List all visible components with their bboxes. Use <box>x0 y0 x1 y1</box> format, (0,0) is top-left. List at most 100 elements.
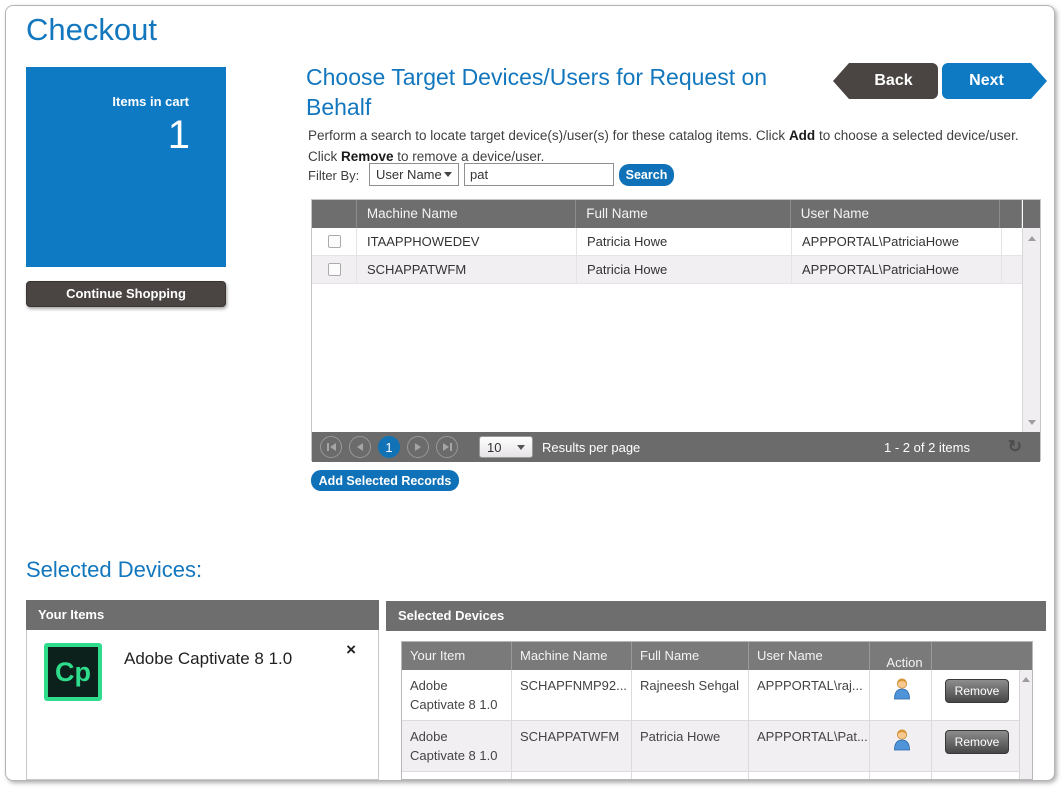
scroll-down-button[interactable] <box>1023 414 1040 430</box>
selected-devices-grid: Your Item Machine Name Full Name User Na… <box>401 641 1033 780</box>
machine-name-cell <box>512 772 632 780</box>
step-heading: Choose Target Devices/Users for Request … <box>306 63 831 123</box>
row-checkbox[interactable] <box>328 235 341 248</box>
device-search-grid: Machine Name Full Name User Name ITAAPPH… <box>311 199 1041 461</box>
your-items-panel: Your Items Cp Adobe Captivate 8 1.0 × <box>26 601 379 780</box>
full-name-cell: Patricia Howe <box>577 256 792 283</box>
instructions-part3: to remove a device/user. <box>394 149 545 164</box>
full-name-cell <box>632 772 749 780</box>
selected-devices-heading: Selected Devices: <box>26 557 202 583</box>
action-cell <box>870 721 932 771</box>
action-cell <box>870 772 932 780</box>
filter-by-label: Filter By: <box>308 168 359 183</box>
arrow-down-icon <box>1028 420 1036 425</box>
user-name-column-header[interactable]: User Name <box>791 200 1000 228</box>
vertical-scrollbar[interactable] <box>1022 228 1040 432</box>
scroll-up-button[interactable] <box>1023 230 1040 246</box>
full-name-cell: Patricia Howe <box>632 721 749 771</box>
machine-name-cell: SCHAPFNMP92... <box>512 670 632 720</box>
user-name-cell: APPPORTAL\PatriciaHowe <box>792 228 1002 255</box>
current-page-button[interactable]: 1 <box>378 436 400 458</box>
last-page-button[interactable] <box>436 436 458 458</box>
grid-body: ITAAPPHOWEDEV Patricia Howe APPPORTAL\Pa… <box>312 228 1040 432</box>
user-name-column-header[interactable]: User Name <box>749 642 870 670</box>
items-count-label: 1 - 2 of 2 items <box>884 440 970 455</box>
machine-name-column-header[interactable]: Machine Name <box>512 642 632 670</box>
user-name-cell: APPPORTAL\raj... <box>749 670 870 720</box>
user-icon <box>892 677 912 707</box>
full-name-column-header[interactable]: Full Name <box>576 200 790 228</box>
table-row-partial <box>402 772 1032 780</box>
remove-cell: Remove <box>932 721 1020 771</box>
cart-count: 1 <box>26 113 226 157</box>
grid-header: Machine Name Full Name User Name <box>312 200 1040 228</box>
arrow-right-icon <box>415 443 421 451</box>
row-checkbox[interactable] <box>328 263 341 276</box>
machine-name-column-header[interactable]: Machine Name <box>357 200 576 228</box>
arrow-left-icon <box>330 443 336 451</box>
instructions-text: Perform a search to locate target device… <box>308 126 1045 168</box>
refresh-icon[interactable]: ↻ <box>1008 437 1022 457</box>
chevron-down-icon <box>444 172 452 177</box>
next-button[interactable]: Next <box>942 63 1031 99</box>
your-item-cell: Adobe Captivate 8 1.0 <box>402 721 512 771</box>
arrow-left-icon <box>357 443 363 451</box>
spacer-column-header <box>1000 200 1022 228</box>
filter-field-select[interactable]: User Name <box>369 163 459 186</box>
remove-cell <box>932 772 1020 780</box>
table-row[interactable]: SCHAPPATWFM Patricia Howe APPPORTAL\Patr… <box>312 256 1040 284</box>
checkbox-cell <box>312 256 357 283</box>
full-name-column-header[interactable]: Full Name <box>632 642 749 670</box>
pagination-bar: 1 10 Results per page 1 - 2 of 2 items ↻ <box>312 432 1040 462</box>
checkbox-cell <box>312 228 357 255</box>
remove-column-header <box>932 642 1020 670</box>
cart-item-name: Adobe Captivate 8 1.0 <box>124 649 292 701</box>
remove-cell: Remove <box>932 670 1020 720</box>
scrollbar-column-header <box>1022 200 1040 228</box>
table-row[interactable]: ITAAPPHOWEDEV Patricia Howe APPPORTAL\Pa… <box>312 228 1040 256</box>
first-page-button[interactable] <box>320 436 342 458</box>
checkout-page: Checkout Items in cart 1 Continue Shoppi… <box>5 5 1055 781</box>
arrow-up-icon <box>1022 677 1030 682</box>
full-name-cell: Patricia Howe <box>577 228 792 255</box>
page-title: Checkout <box>26 12 157 48</box>
adobe-captivate-icon: Cp <box>44 643 102 701</box>
cart-summary: Items in cart 1 <box>26 67 226 267</box>
prev-page-button[interactable] <box>349 436 371 458</box>
machine-name-cell: SCHAPPATWFM <box>357 256 577 283</box>
search-input[interactable] <box>464 163 614 186</box>
remove-item-icon[interactable]: × <box>346 640 356 660</box>
action-column-header[interactable]: Action <box>870 642 932 670</box>
vertical-scrollbar[interactable] <box>1019 670 1032 780</box>
remove-button[interactable]: Remove <box>945 679 1009 703</box>
filter-field-value: User Name <box>376 167 442 182</box>
last-page-icon <box>450 443 452 451</box>
select-column-header <box>312 200 357 228</box>
grid-header: Your Item Machine Name Full Name User Na… <box>402 642 1032 670</box>
search-button[interactable]: Search <box>619 164 674 186</box>
table-row: Adobe Captivate 8 1.0 SCHAPPATWFM Patric… <box>402 721 1032 772</box>
arrow-up-icon <box>1028 236 1036 241</box>
user-name-cell: APPPORTAL\PatriciaHowe <box>792 256 1002 283</box>
action-cell <box>870 670 932 720</box>
your-item-cell: Adobe Captivate 8 1.0 <box>402 670 512 720</box>
add-selected-records-button[interactable]: Add Selected Records <box>311 470 459 491</box>
arrow-right-icon <box>443 443 449 451</box>
instructions-bold-remove: Remove <box>341 149 394 164</box>
results-per-page-label: Results per page <box>542 440 640 455</box>
selected-devices-header: Selected Devices <box>386 601 1046 631</box>
page-size-select[interactable]: 10 <box>479 436 533 458</box>
back-button[interactable]: Back <box>849 63 938 99</box>
cart-label: Items in cart <box>26 94 226 109</box>
remove-button[interactable]: Remove <box>945 730 1009 754</box>
continue-shopping-button[interactable]: Continue Shopping <box>26 281 226 307</box>
scroll-up-button[interactable] <box>1020 672 1032 686</box>
user-icon <box>892 728 912 758</box>
cart-item: Cp Adobe Captivate 8 1.0 × <box>27 630 378 701</box>
your-items-header: Your Items <box>26 600 379 630</box>
machine-name-cell: SCHAPPATWFM <box>512 721 632 771</box>
full-name-cell: Rajneesh Sehgal <box>632 670 749 720</box>
your-item-column-header[interactable]: Your Item <box>402 642 512 670</box>
next-page-button[interactable] <box>407 436 429 458</box>
selected-devices-panel: Selected Devices Your Item Machine Name … <box>386 601 1046 780</box>
